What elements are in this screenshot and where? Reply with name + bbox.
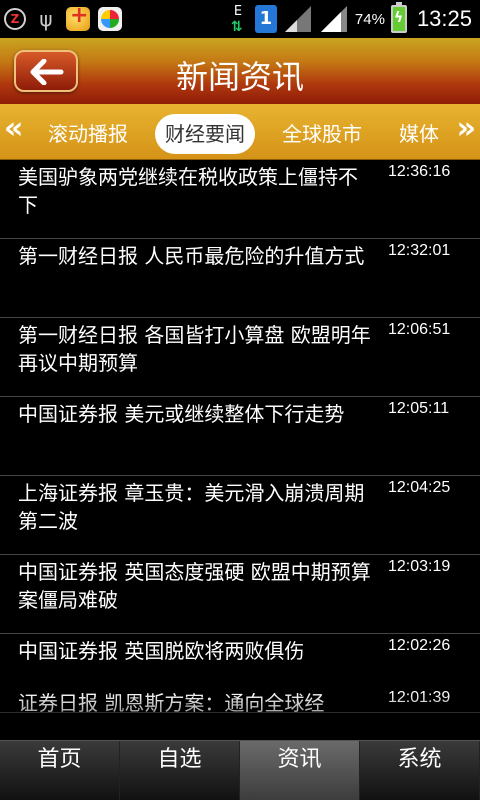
news-time: 12:02:26 (388, 637, 451, 654)
notification-icons: Z ψ (4, 3, 122, 33)
sim-icon: 1 (254, 5, 277, 33)
news-item[interactable]: 美国驴象两党继续在税收政策上僵持不下 12:36:16 (0, 161, 480, 239)
z-app-icon: Z (4, 8, 26, 30)
news-title: 第一财经日报 各国皆打小算盘 欧盟明年再议中期预算 (18, 323, 371, 375)
news-item[interactable]: 上海证券报 章玉贵：美元滑入崩溃周期第二波 12:04:25 (0, 477, 480, 555)
news-time: 12:36:16 (388, 163, 451, 180)
news-title: 证券日报 凯恩斯方案：通向全球经 (18, 691, 325, 715)
news-item[interactable]: 第一财经日报 各国皆打小算盘 欧盟明年再议中期预算 12:06:51 (0, 319, 480, 397)
scroll-left-icon[interactable]: « (4, 114, 23, 144)
news-title: 中国证券报 英国脱欧将两败俱伤 (18, 639, 305, 663)
title-bar: 新闻资讯 (0, 38, 480, 104)
news-item[interactable]: 中国证券报 美元或继续整体下行走势 12:05:11 (0, 398, 480, 476)
category-tabs: « 滚动播报 财经要闻 全球股市 媒体 » (0, 104, 480, 160)
tab-global-stocks[interactable]: 全球股市 (282, 114, 362, 154)
news-time: 12:03:19 (388, 558, 451, 575)
news-time: 12:05:11 (388, 400, 450, 417)
system-icons: E ⇅ 1 74% ϟ 13:25 (231, 2, 472, 36)
battery-percent: 74% (354, 10, 385, 28)
wifi-signal-icon (283, 5, 313, 33)
tab-scroll-news[interactable]: 滚动播报 (48, 114, 128, 154)
news-list[interactable]: 美国驴象两党继续在税收政策上僵持不下 12:36:16 第一财经日报 人民币最危… (0, 161, 480, 740)
nav-system[interactable]: 系统 (360, 741, 480, 800)
battery-charging-icon: ϟ (390, 2, 407, 33)
news-title: 上海证券报 章玉贵：美元滑入崩溃周期第二波 (18, 481, 365, 533)
cell-signal-icon (319, 5, 349, 33)
page-title: 新闻资讯 (175, 58, 304, 96)
news-time: 12:32:01 (388, 242, 451, 259)
tab-media[interactable]: 媒体 (399, 114, 443, 154)
bottom-nav: 首页 自选 资讯 系统 (0, 740, 480, 800)
clock: 13:25 (416, 6, 472, 31)
scroll-right-icon[interactable]: » (457, 114, 476, 144)
news-title: 中国证券报 英国态度强硬 欧盟中期预算案僵局难破 (18, 560, 371, 612)
status-bar: Z ψ E ⇅ 1 74% ϟ 13:25 (0, 0, 480, 38)
color-app-icon (98, 7, 122, 31)
tab-finance-news[interactable]: 财经要闻 (155, 114, 255, 154)
news-time: 12:06:51 (388, 321, 451, 338)
news-time: 12:04:25 (388, 479, 451, 496)
news-item[interactable]: 第一财经日报 人民币最危险的升值方式 12:32:01 (0, 240, 480, 318)
network-type-label: E (233, 4, 243, 19)
news-title: 美国驴象两党继续在税收政策上僵持不下 (18, 165, 358, 217)
nav-home[interactable]: 首页 (0, 741, 120, 800)
news-title: 第一财经日报 人民币最危险的升值方式 (18, 244, 365, 268)
news-time: 12:01:39 (388, 689, 451, 706)
nav-news[interactable]: 资讯 (240, 741, 360, 800)
nav-watchlist[interactable]: 自选 (120, 741, 240, 800)
news-title: 中国证券报 美元或继续整体下行走势 (18, 402, 345, 426)
news-item[interactable]: 中国证券报 英国态度强硬 欧盟中期预算案僵局难破 12:03:19 (0, 556, 480, 634)
news-item[interactable]: 证券日报 凯恩斯方案：通向全球经 12:01:39 (0, 687, 480, 740)
usb-icon: ψ (39, 7, 53, 31)
health-app-icon (66, 3, 90, 31)
data-transfer-icon: E ⇅ (230, 4, 243, 35)
